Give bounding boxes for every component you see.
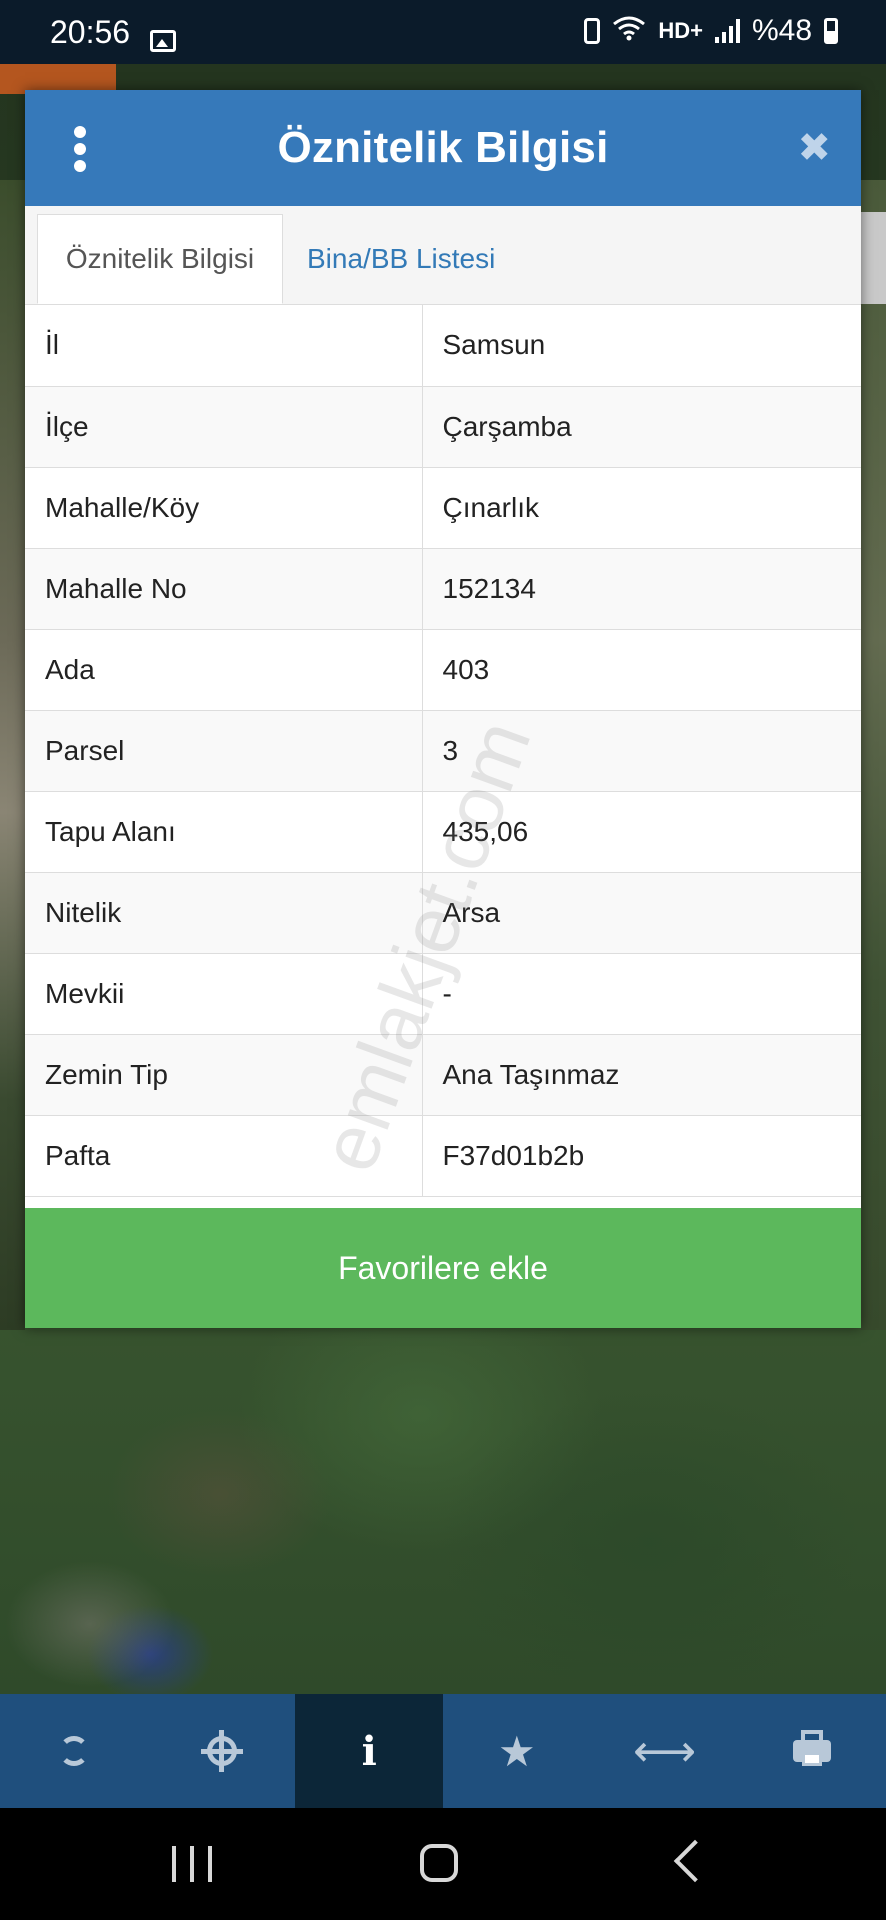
table-row: İl Samsun: [25, 305, 861, 387]
row-value: F37d01b2b: [422, 1115, 861, 1197]
row-value: Samsun: [422, 305, 861, 387]
table-row: Ada 403: [25, 629, 861, 711]
row-key: Mevkii: [25, 953, 423, 1035]
table-row: Tapu Alanı 435,06: [25, 791, 861, 873]
map-toolbar: i ★ ⟷: [0, 1694, 886, 1808]
back-icon[interactable]: [673, 1839, 717, 1883]
row-key: İlçe: [25, 386, 423, 468]
status-bar: 20:56 HD+ %48: [0, 0, 886, 64]
print-button[interactable]: [738, 1694, 886, 1808]
row-key: Pafta: [25, 1115, 423, 1197]
table-row: Mahalle No 152134: [25, 548, 861, 630]
row-key: Ada: [25, 629, 423, 711]
map-control-chip[interactable]: [861, 212, 886, 304]
refresh-button[interactable]: [0, 1694, 148, 1808]
measure-icon: ⟷: [632, 1726, 697, 1776]
status-indicators: HD+ %48: [584, 14, 838, 48]
attribute-info-modal: Öznitelik Bilgisi ✖ Öznitelik Bilgisi Bi…: [25, 90, 861, 1328]
recents-icon[interactable]: [172, 1846, 212, 1882]
star-icon: ★: [498, 1727, 536, 1775]
locate-icon: [200, 1730, 243, 1772]
row-key: İl: [25, 305, 423, 387]
home-icon[interactable]: [420, 1844, 458, 1882]
row-key: Nitelik: [25, 872, 423, 954]
row-key: Parsel: [25, 710, 423, 792]
row-value: 3: [422, 710, 861, 792]
more-vertical-icon[interactable]: [73, 126, 87, 172]
row-value: Ana Taşınmaz: [422, 1034, 861, 1116]
row-value: 152134: [422, 548, 861, 630]
battery-percent: %48: [751, 14, 812, 47]
table-row: Mevkii -: [25, 953, 861, 1035]
battery-saver-icon: [584, 18, 601, 44]
row-key: Mahalle/Köy: [25, 467, 423, 549]
modal-tabs: Öznitelik Bilgisi Bina/BB Listesi: [25, 206, 861, 305]
status-time: 20:56: [50, 14, 131, 50]
table-row: Pafta F37d01b2b: [25, 1115, 861, 1197]
row-value: 435,06: [422, 791, 861, 873]
row-value: 403: [422, 629, 861, 711]
row-value: Arsa: [422, 872, 861, 954]
locate-button[interactable]: [148, 1694, 296, 1808]
tab-building-list[interactable]: Bina/BB Listesi: [307, 214, 495, 304]
row-key: Tapu Alanı: [25, 791, 423, 873]
tab-attribute-info[interactable]: Öznitelik Bilgisi: [37, 214, 283, 304]
add-to-favorites-button[interactable]: Favorilere ekle: [25, 1208, 861, 1328]
map-edge-left: [0, 180, 25, 1330]
row-key: Zemin Tip: [25, 1034, 423, 1116]
image-icon: [150, 30, 176, 52]
modal-title: Öznitelik Bilgisi: [277, 123, 609, 172]
wifi-icon: [612, 15, 646, 48]
info-button[interactable]: i: [295, 1694, 444, 1808]
close-icon[interactable]: ✖: [797, 126, 831, 170]
favorites-button[interactable]: ★: [443, 1694, 591, 1808]
modal-header: Öznitelik Bilgisi ✖: [25, 90, 861, 206]
table-row: Zemin Tip Ana Taşınmaz: [25, 1034, 861, 1116]
refresh-icon: [58, 1736, 89, 1766]
signal-icon: [714, 19, 740, 43]
row-value: Çarşamba: [422, 386, 861, 468]
table-row: Nitelik Arsa: [25, 872, 861, 954]
map-edge-right: [861, 180, 886, 1330]
row-value: Çınarlık: [422, 467, 861, 549]
measure-button[interactable]: ⟷: [591, 1694, 739, 1808]
system-nav-bar: [0, 1808, 886, 1920]
row-key: Mahalle No: [25, 548, 423, 630]
battery-icon: [824, 18, 838, 44]
print-icon: [793, 1730, 832, 1766]
table-row: İlçe Çarşamba: [25, 386, 861, 468]
table-row: Parsel 3: [25, 710, 861, 792]
table-row: Mahalle/Köy Çınarlık: [25, 467, 861, 549]
hd-plus-icon: HD+: [658, 18, 703, 43]
info-icon: i: [361, 1727, 377, 1775]
attribute-table: İl Samsun İlçe Çarşamba Mahalle/Köy Çınarlı…: [25, 305, 861, 1197]
row-value: -: [422, 953, 861, 1035]
